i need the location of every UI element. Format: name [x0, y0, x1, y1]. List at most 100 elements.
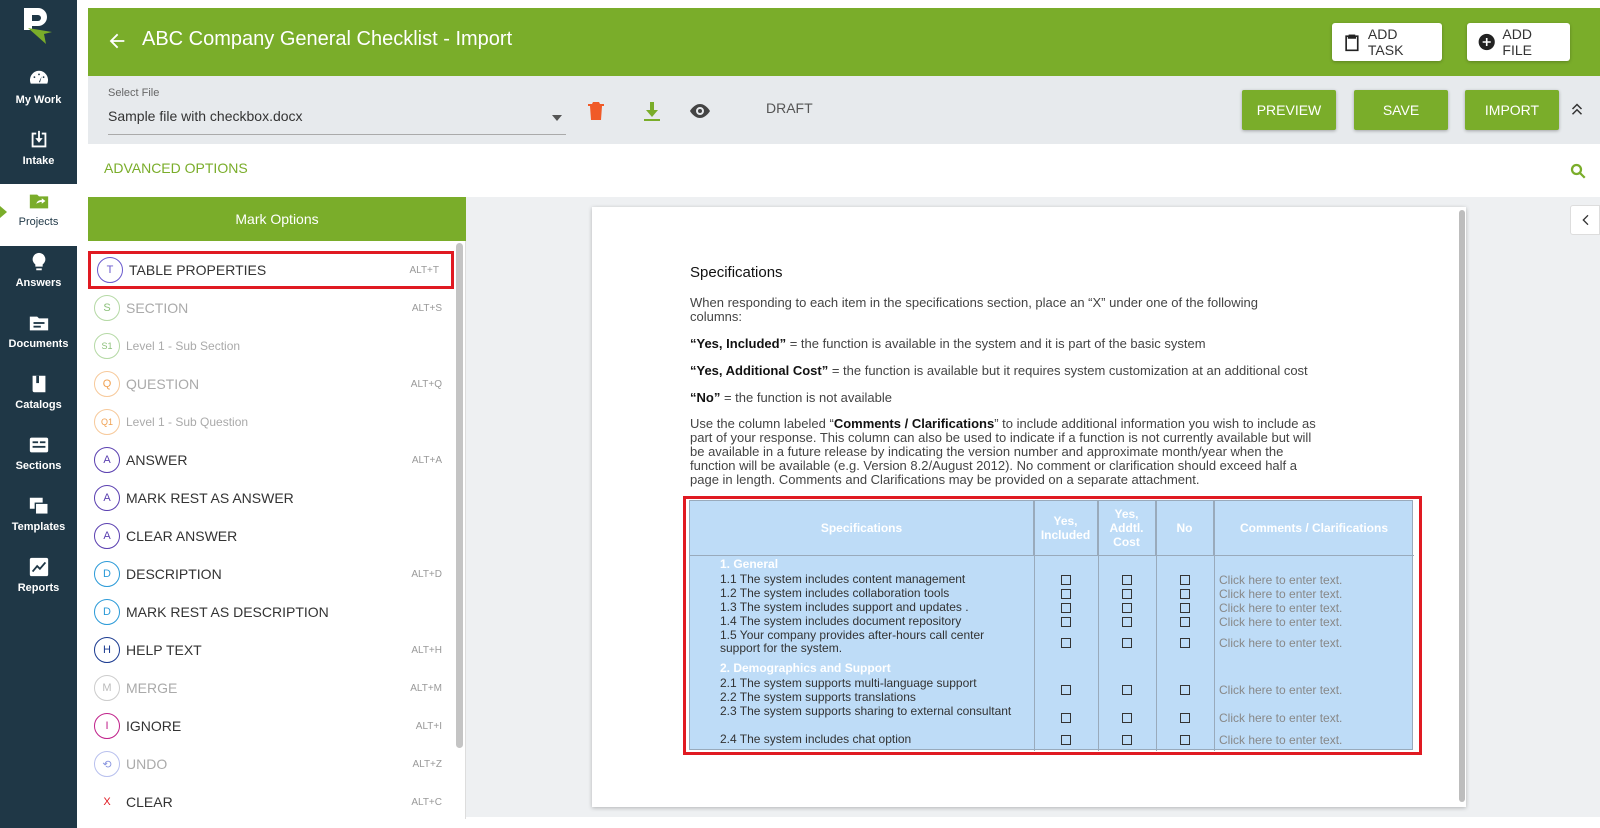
nav-projects[interactable]: Projects [0, 184, 77, 246]
document-scrollbar[interactable] [1459, 210, 1465, 802]
select-file-dropdown[interactable]: Sample file with checkbox.docx [108, 108, 303, 124]
nav-my-work[interactable]: My Work [0, 62, 77, 124]
lightbulb-icon [32, 252, 45, 271]
mark-option-sub-section[interactable]: S1 Level 1 - Sub Section [88, 327, 454, 365]
download-icon[interactable] [640, 99, 664, 123]
checkbox-no[interactable] [1180, 713, 1190, 723]
mark-option-question[interactable]: Q QUESTION ALT+Q [88, 365, 454, 403]
mark-option-mark-rest-description[interactable]: D MARK REST AS DESCRIPTION [88, 593, 454, 631]
nav-label: Sections [15, 460, 62, 472]
nav-label: Catalogs [15, 399, 62, 411]
mark-option-label: CLEAR ANSWER [126, 528, 238, 544]
mark-option-shortcut: ALT+T [409, 264, 439, 276]
mark-option-section[interactable]: S SECTION ALT+S [88, 289, 454, 327]
checkbox-yes-addtl-cost[interactable] [1122, 589, 1132, 599]
comment-field[interactable]: Click here to enter text. [1219, 636, 1342, 650]
table-divider [1098, 501, 1099, 751]
mark-option-help-text[interactable]: H HELP TEXT ALT+H [88, 631, 454, 669]
mark-letter-circle: H [94, 637, 120, 663]
add-task-button[interactable]: ADD TASK [1332, 23, 1442, 61]
mark-option-label: UNDO [126, 756, 168, 772]
checkbox-yes-included[interactable] [1061, 589, 1071, 599]
nav-catalogs[interactable]: Catalogs [0, 367, 77, 429]
templates-icon [29, 497, 49, 515]
mark-option-mark-rest-answer[interactable]: A MARK REST AS ANSWER [88, 479, 454, 517]
nav-answers[interactable]: Answers [0, 245, 77, 307]
add-file-button[interactable]: ADD FILE [1467, 23, 1570, 61]
checkbox-yes-addtl-cost[interactable] [1122, 575, 1132, 585]
nav-reports[interactable]: Reports [0, 550, 77, 612]
mark-options-list: T TABLE PROPERTIES ALT+T S SECTION ALT+S… [88, 241, 466, 819]
checkbox-yes-included[interactable] [1061, 735, 1071, 745]
comment-field[interactable]: Click here to enter text. [1219, 683, 1342, 697]
checkbox-yes-included[interactable] [1061, 685, 1071, 695]
mark-option-description[interactable]: D DESCRIPTION ALT+D [88, 555, 454, 593]
search-icon[interactable] [1569, 162, 1587, 180]
comment-field[interactable]: Click here to enter text. [1219, 615, 1342, 629]
checkbox-yes-included[interactable] [1061, 575, 1071, 585]
chevron-down-icon[interactable] [552, 115, 562, 121]
checkbox-yes-included[interactable] [1061, 603, 1071, 613]
mark-option-sub-question[interactable]: Q1 Level 1 - Sub Question [88, 403, 454, 441]
checkbox-no[interactable] [1180, 589, 1190, 599]
checkbox-yes-included[interactable] [1061, 713, 1071, 723]
comment-field[interactable]: Click here to enter text. [1219, 601, 1342, 615]
mark-option-label: TABLE PROPERTIES [129, 262, 267, 278]
nav-label: Projects [18, 216, 59, 228]
import-button[interactable]: IMPORT [1465, 90, 1559, 130]
doc-term: “Yes, Additional Cost” [690, 363, 829, 378]
checkbox-yes-addtl-cost[interactable] [1122, 638, 1132, 648]
mark-option-label: QUESTION [126, 376, 200, 392]
checkbox-no[interactable] [1180, 575, 1190, 585]
mark-option-clear[interactable]: X CLEAR ALT+C [88, 783, 454, 819]
mark-option-undo[interactable]: ⟲ UNDO ALT+Z [88, 745, 454, 783]
mark-option-answer[interactable]: A ANSWER ALT+A [88, 441, 454, 479]
chevron-double-up-icon[interactable] [1568, 100, 1586, 118]
checkbox-yes-addtl-cost[interactable] [1122, 713, 1132, 723]
mark-letter-circle: D [94, 599, 120, 625]
checkbox-no[interactable] [1180, 735, 1190, 745]
nav-sections[interactable]: Sections [0, 428, 77, 490]
checkbox-no[interactable] [1180, 603, 1190, 613]
checkbox-no[interactable] [1180, 617, 1190, 627]
app-logo-icon[interactable] [18, 6, 54, 46]
doc-term: “Yes, Included” [690, 336, 787, 351]
specifications-table[interactable]: Specifications Yes, Included Yes, Addtl.… [689, 500, 1414, 751]
save-button[interactable]: SAVE [1354, 90, 1448, 130]
mark-option-shortcut: ALT+Q [410, 378, 442, 390]
checkbox-yes-addtl-cost[interactable] [1122, 735, 1132, 745]
checkbox-yes-addtl-cost[interactable] [1122, 685, 1132, 695]
checkbox-no[interactable] [1180, 685, 1190, 695]
mark-option-shortcut: ALT+D [411, 568, 442, 580]
table-divider [690, 555, 1414, 556]
mark-options-scrollbar[interactable] [456, 243, 463, 748]
nav-intake[interactable]: Intake [0, 123, 77, 185]
trash-icon[interactable] [584, 99, 608, 123]
checkbox-yes-included[interactable] [1061, 638, 1071, 648]
advanced-options-link[interactable]: ADVANCED OPTIONS [104, 160, 248, 176]
comment-field[interactable]: Click here to enter text. [1219, 733, 1342, 747]
mark-option-shortcut: ALT+S [411, 302, 442, 314]
nav-templates[interactable]: Templates [0, 489, 77, 551]
mark-option-table-properties[interactable]: T TABLE PROPERTIES ALT+T [88, 251, 454, 289]
doc-definition: = the function is not available [720, 390, 892, 405]
doc-text: Use the column labeled “ [690, 416, 834, 431]
mark-letter-circle: M [94, 675, 120, 701]
comment-field[interactable]: Click here to enter text. [1219, 711, 1342, 725]
mark-option-label: IGNORE [126, 718, 182, 734]
back-arrow-icon[interactable] [106, 30, 128, 52]
eye-icon[interactable] [688, 99, 712, 123]
side-panel-toggle[interactable] [1570, 205, 1600, 235]
checkbox-yes-included[interactable] [1061, 617, 1071, 627]
checkbox-no[interactable] [1180, 638, 1190, 648]
mark-option-ignore[interactable]: I IGNORE ALT+I [88, 707, 454, 745]
mark-option-merge[interactable]: M MERGE ALT+M [88, 669, 454, 707]
checkbox-yes-addtl-cost[interactable] [1122, 603, 1132, 613]
checkbox-yes-addtl-cost[interactable] [1122, 617, 1132, 627]
mark-option-clear-answer[interactable]: A CLEAR ANSWER [88, 517, 454, 555]
preview-button[interactable]: PREVIEW [1242, 90, 1336, 130]
nav-documents[interactable]: Documents [0, 306, 77, 368]
comment-field[interactable]: Click here to enter text. [1219, 573, 1342, 587]
comment-field[interactable]: Click here to enter text. [1219, 587, 1342, 601]
table-row-text: 2.3 The system supports sharing to exter… [720, 704, 1012, 718]
